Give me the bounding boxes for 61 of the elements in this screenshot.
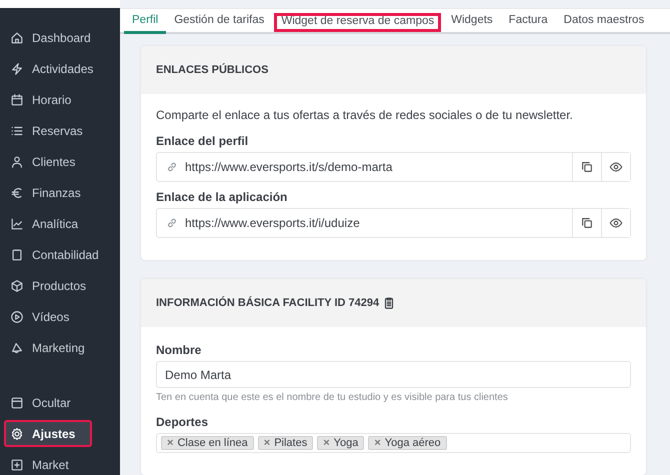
sidebar-item[interactable]: Clientes — [4, 148, 114, 175]
calendar-icon — [10, 92, 24, 106]
eye-icon — [609, 160, 623, 174]
sidebar-item[interactable]: Market — [4, 451, 114, 475]
cube-icon — [10, 278, 24, 292]
tab[interactable]: Datos maestros — [556, 9, 652, 34]
preview-button[interactable] — [601, 153, 630, 181]
tab[interactable]: Widget de reserva de campos — [272, 11, 444, 34]
copy-icon — [580, 216, 594, 230]
sidebar-item[interactable]: Marketing — [4, 334, 114, 361]
hint-text: Ten en cuenta que este es el nombre de tu estudio y es visible para tus clientes — [156, 392, 509, 403]
section-title: INFORMACIÓN BÁSICA FACILITY ID 74294 — [156, 297, 380, 309]
field-label: Nombre — [156, 343, 202, 357]
sidebar-item[interactable]: Actividades — [4, 55, 114, 82]
tab[interactable]: Perfil — [124, 9, 166, 34]
line-chart-icon — [10, 216, 24, 230]
tab[interactable]: Gestión de tarifas — [166, 9, 272, 34]
url-text: https://www.eversports.it/i/uduize — [185, 216, 360, 230]
sidebar-item[interactable]: Dashboard — [4, 24, 114, 51]
eye-icon — [609, 216, 623, 230]
sidebar-item[interactable]: Ocultar — [4, 389, 114, 416]
remove-button[interactable]: × — [264, 437, 270, 449]
remove-button[interactable]: × — [374, 437, 381, 449]
link-icon — [165, 160, 179, 174]
tag-label: Yoga — [334, 437, 358, 449]
sidebar-item[interactable]: Ajustes — [4, 420, 92, 447]
field-label: Enlace de la aplicación — [156, 190, 288, 204]
sidebar-item[interactable]: Reservas — [4, 117, 114, 144]
house-icon — [10, 30, 24, 44]
tag-label: Yoga aéreo — [384, 437, 441, 449]
tag-label: Clase en línea — [177, 437, 248, 449]
remove-button[interactable]: × — [323, 437, 330, 449]
link-field[interactable]: https://www.eversports.it/s/demo-marta — [156, 152, 631, 182]
name-input[interactable]: Demo Marta — [156, 361, 631, 388]
sidebar-item[interactable]: Vídeos — [4, 303, 114, 330]
copy-icon — [580, 160, 594, 174]
field-label: Enlace del perfil — [156, 134, 250, 148]
sidebar-item[interactable]: Contabilidad — [4, 241, 114, 268]
sidebar-item[interactable]: Analítica — [4, 210, 114, 237]
link-icon — [165, 216, 179, 230]
sidebar-item[interactable]: Productos — [4, 272, 114, 299]
play-circle-icon — [10, 310, 24, 324]
person-icon — [10, 154, 24, 168]
url-text: https://www.eversports.it/s/demo-marta — [185, 160, 392, 174]
plus-square-icon — [10, 458, 24, 472]
sidebar-item[interactable]: Horario — [4, 86, 114, 113]
sidebar-item[interactable]: Finanzas — [4, 179, 114, 206]
preview-button[interactable] — [601, 209, 630, 237]
gear-icon — [10, 426, 24, 440]
tag-label: Pilates — [274, 437, 308, 449]
field-label: Deportes — [156, 415, 210, 429]
euro-icon — [10, 186, 24, 200]
section-title: ENLACES PÚBLICOS — [156, 64, 268, 76]
link-field[interactable]: https://www.eversports.it/i/uduize — [156, 208, 631, 238]
lightning-icon — [10, 62, 24, 76]
panel-icon — [10, 396, 24, 410]
tab[interactable]: Factura — [500, 9, 556, 34]
remove-button[interactable]: × — [167, 437, 174, 449]
description-text: Comparte el enlace a tus ofertas a través de redes sociales o de tu newsletter. — [156, 108, 574, 122]
sports-field[interactable]: × Clase en línea × Pilates × Yoga × Yoga aéreo — [156, 433, 631, 453]
tab[interactable]: Widgets — [443, 9, 501, 34]
